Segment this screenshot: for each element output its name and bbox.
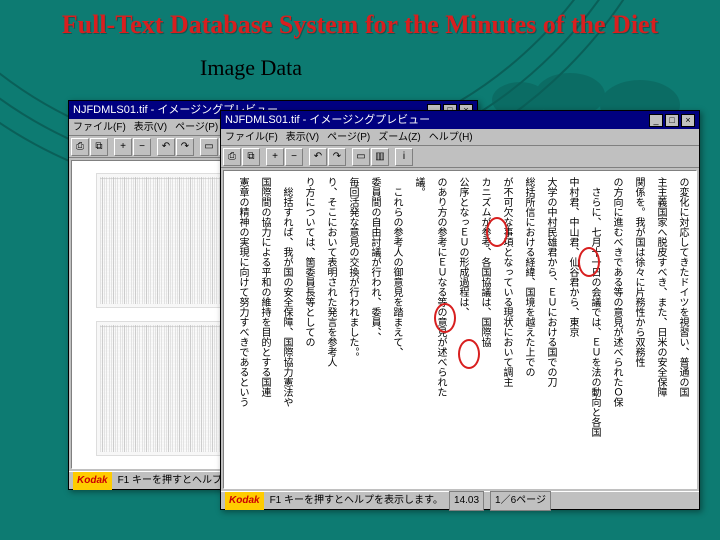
menu-item[interactable]: ヘルプ(H) <box>429 129 473 146</box>
minimize-button[interactable]: _ <box>649 114 663 127</box>
kodak-badge: Kodak <box>225 492 264 510</box>
slide-subtitle: Image Data <box>200 55 302 81</box>
zoom-out-button[interactable]: − <box>133 138 151 156</box>
text-column: 大学の中村民雄君から、ＥＵにおける国での刀 <box>534 177 556 482</box>
status-text: F1 キーを押すとヘルプを表示します。 <box>270 492 443 510</box>
menu-item[interactable]: ファイル(F) <box>225 129 278 146</box>
zoom-in-button[interactable]: + <box>266 148 284 166</box>
text-column: の変化に対応してきたドイツを視習い、普通の国 <box>666 177 688 482</box>
menu-item[interactable]: ズーム(Z) <box>378 129 420 146</box>
maximize-button[interactable]: □ <box>665 114 679 127</box>
menu-item[interactable]: 表示(V) <box>134 119 167 136</box>
copy-button[interactable]: ⧉ <box>90 138 108 156</box>
toolbar: ⎙ ⧉ + − ↶ ↷ ▭ ▥ i <box>221 146 699 168</box>
highlight-circle <box>434 303 456 333</box>
info-button[interactable]: i <box>395 148 413 166</box>
menu-item[interactable]: ページ(P) <box>175 119 218 136</box>
text-column: 総括すれば、我が国の安全保障、国際協力憲法や <box>270 177 292 482</box>
print-button[interactable]: ⎙ <box>71 138 89 156</box>
text-column: 議。 <box>402 177 424 482</box>
window-title: NJFDMLS01.tif - イメージングプレビュー <box>225 111 647 129</box>
rotate-right-button[interactable]: ↷ <box>176 138 194 156</box>
zoom-out-button[interactable]: − <box>285 148 303 166</box>
copy-button[interactable]: ⧉ <box>242 148 260 166</box>
fit-button[interactable]: ▭ <box>352 148 370 166</box>
text-column: の方向に進むべきである等の意見が述べられたＯ保 <box>600 177 622 482</box>
status-zoom: 14.03 <box>449 491 484 511</box>
titlebar[interactable]: NJFDMLS01.tif - イメージングプレビュー _ □ × <box>221 111 699 129</box>
rotate-right-button[interactable]: ↷ <box>328 148 346 166</box>
rotate-left-button[interactable]: ↶ <box>309 148 327 166</box>
text-column: 総括所信における経緯、国境を越えた上での <box>512 177 534 482</box>
fit-button[interactable]: ▭ <box>200 138 218 156</box>
menu-item[interactable]: ページ(P) <box>327 129 370 146</box>
highlight-circle <box>458 339 480 369</box>
statusbar: Kodak F1 キーを押すとヘルプを表示します。 14.03 1／6ページ <box>221 491 699 509</box>
text-column: 中村君、中山君、仙谷君から、東京 <box>556 177 578 482</box>
text-column: 関係を。我が国は徐々に片務性から双務性 <box>622 177 644 482</box>
kodak-badge: Kodak <box>73 472 112 490</box>
print-button[interactable]: ⎙ <box>223 148 241 166</box>
text-column: カニズムが参考、各国協議は、国際協 <box>468 177 490 482</box>
text-column: り方については、箇委員長等としての <box>292 177 314 482</box>
image-viewer-window-front: NJFDMLS01.tif - イメージングプレビュー _ □ × ファイル(F… <box>220 110 700 510</box>
text-column: 憲章の精神の実現に向けて努力すべきであるという <box>226 177 248 482</box>
text-column: さらに、七月十一日の会議では、ＥＵを法の動向と各国 <box>578 177 600 482</box>
status-page: 1／6ページ <box>490 491 551 511</box>
text-column: 委員間の自由討議が行われ、委員、、 <box>358 177 380 482</box>
text-column: 国際間の協力による平和の維持を目的とする国連 <box>248 177 270 482</box>
rotate-left-button[interactable]: ↶ <box>157 138 175 156</box>
menu-item[interactable]: 表示(V) <box>286 129 319 146</box>
zoom-in-button[interactable]: + <box>114 138 132 156</box>
document-page-content[interactable]: の変化に対応してきたドイツを視習い、普通の国主主義国家へ脱皮すべき、また、日米の… <box>223 170 697 489</box>
menubar[interactable]: ファイル(F) 表示(V) ページ(P) ズーム(Z) ヘルプ(H) <box>221 129 699 146</box>
menu-item[interactable]: ファイル(F) <box>73 119 126 136</box>
highlight-circle <box>578 247 600 277</box>
text-column: 毎回活発な意見の交換が行われました。。 <box>336 177 358 482</box>
page-button[interactable]: ▥ <box>371 148 389 166</box>
text-column: これらの参考人の御意見を踏まえて、 <box>380 177 402 482</box>
text-column: 主主義国家へ脱皮すべき、また、日米の安全保障 <box>644 177 666 482</box>
highlight-circle <box>486 217 508 247</box>
text-column: り、そこにおいて表明された発言を参考人 <box>314 177 336 482</box>
slide-title: Full-Text Database System for the Minute… <box>0 10 720 40</box>
close-button[interactable]: × <box>681 114 695 127</box>
